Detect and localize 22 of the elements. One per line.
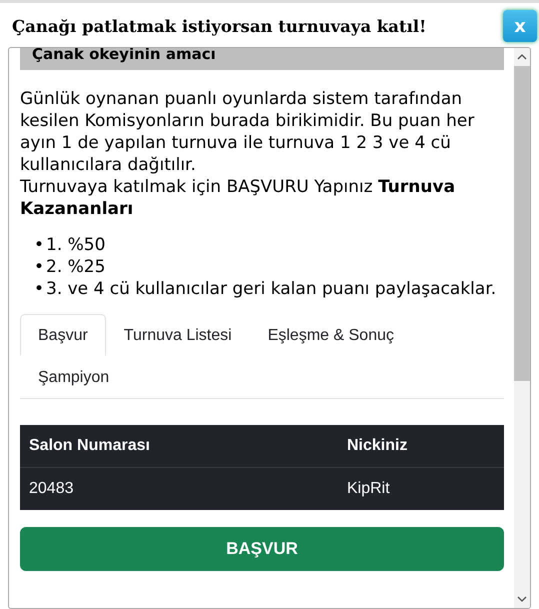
tab[interactable]: Eşleşme & Sonuç — [250, 314, 412, 356]
bullet-marker: • — [34, 256, 46, 278]
scrollbar[interactable] — [514, 48, 530, 608]
dialog-title: Çanağı patlatmak istiyorsan turnuvaya katıl! — [12, 16, 426, 36]
column-header: Salon Numarası — [20, 425, 338, 468]
bullet-marker: • — [34, 278, 46, 300]
description-text: Günlük oynanan puanlı oyunlarda sistem tarafından kesilen Komisyonların burada birikimidir. Bu puan her ayın 1 de yapılan turnuva ile turnuva 1 2 3 ve 4 cü kullanıcılara dağıtılır. — [20, 88, 476, 176]
tab[interactable]: Şampiyon — [20, 356, 128, 398]
scrollbar-thumb[interactable] — [514, 66, 530, 381]
tab[interactable]: Turnuva Listesi — [106, 314, 250, 356]
scroll-up-icon[interactable] — [517, 54, 527, 60]
table-cell: KipRit — [338, 468, 504, 510]
table-cell: 20483 — [20, 468, 338, 510]
tab[interactable]: Başvur — [20, 314, 106, 356]
column-header: Nickiniz — [338, 425, 504, 468]
submit-button[interactable]: BAŞVUR — [20, 527, 504, 571]
bullet-marker: • — [34, 234, 46, 256]
prize-item: 1. %50 — [46, 234, 106, 256]
prize-item: 3. ve 4 cü kullanıcılar geri kalan puanı paylaşacaklar. — [46, 278, 496, 300]
prize-item: 2. %25 — [46, 256, 106, 278]
description-text: Turnuvaya katılmak için BAŞVURU Yapınız Turnuva Kazananları — [20, 176, 456, 220]
scroll-down-icon[interactable] — [517, 596, 527, 602]
